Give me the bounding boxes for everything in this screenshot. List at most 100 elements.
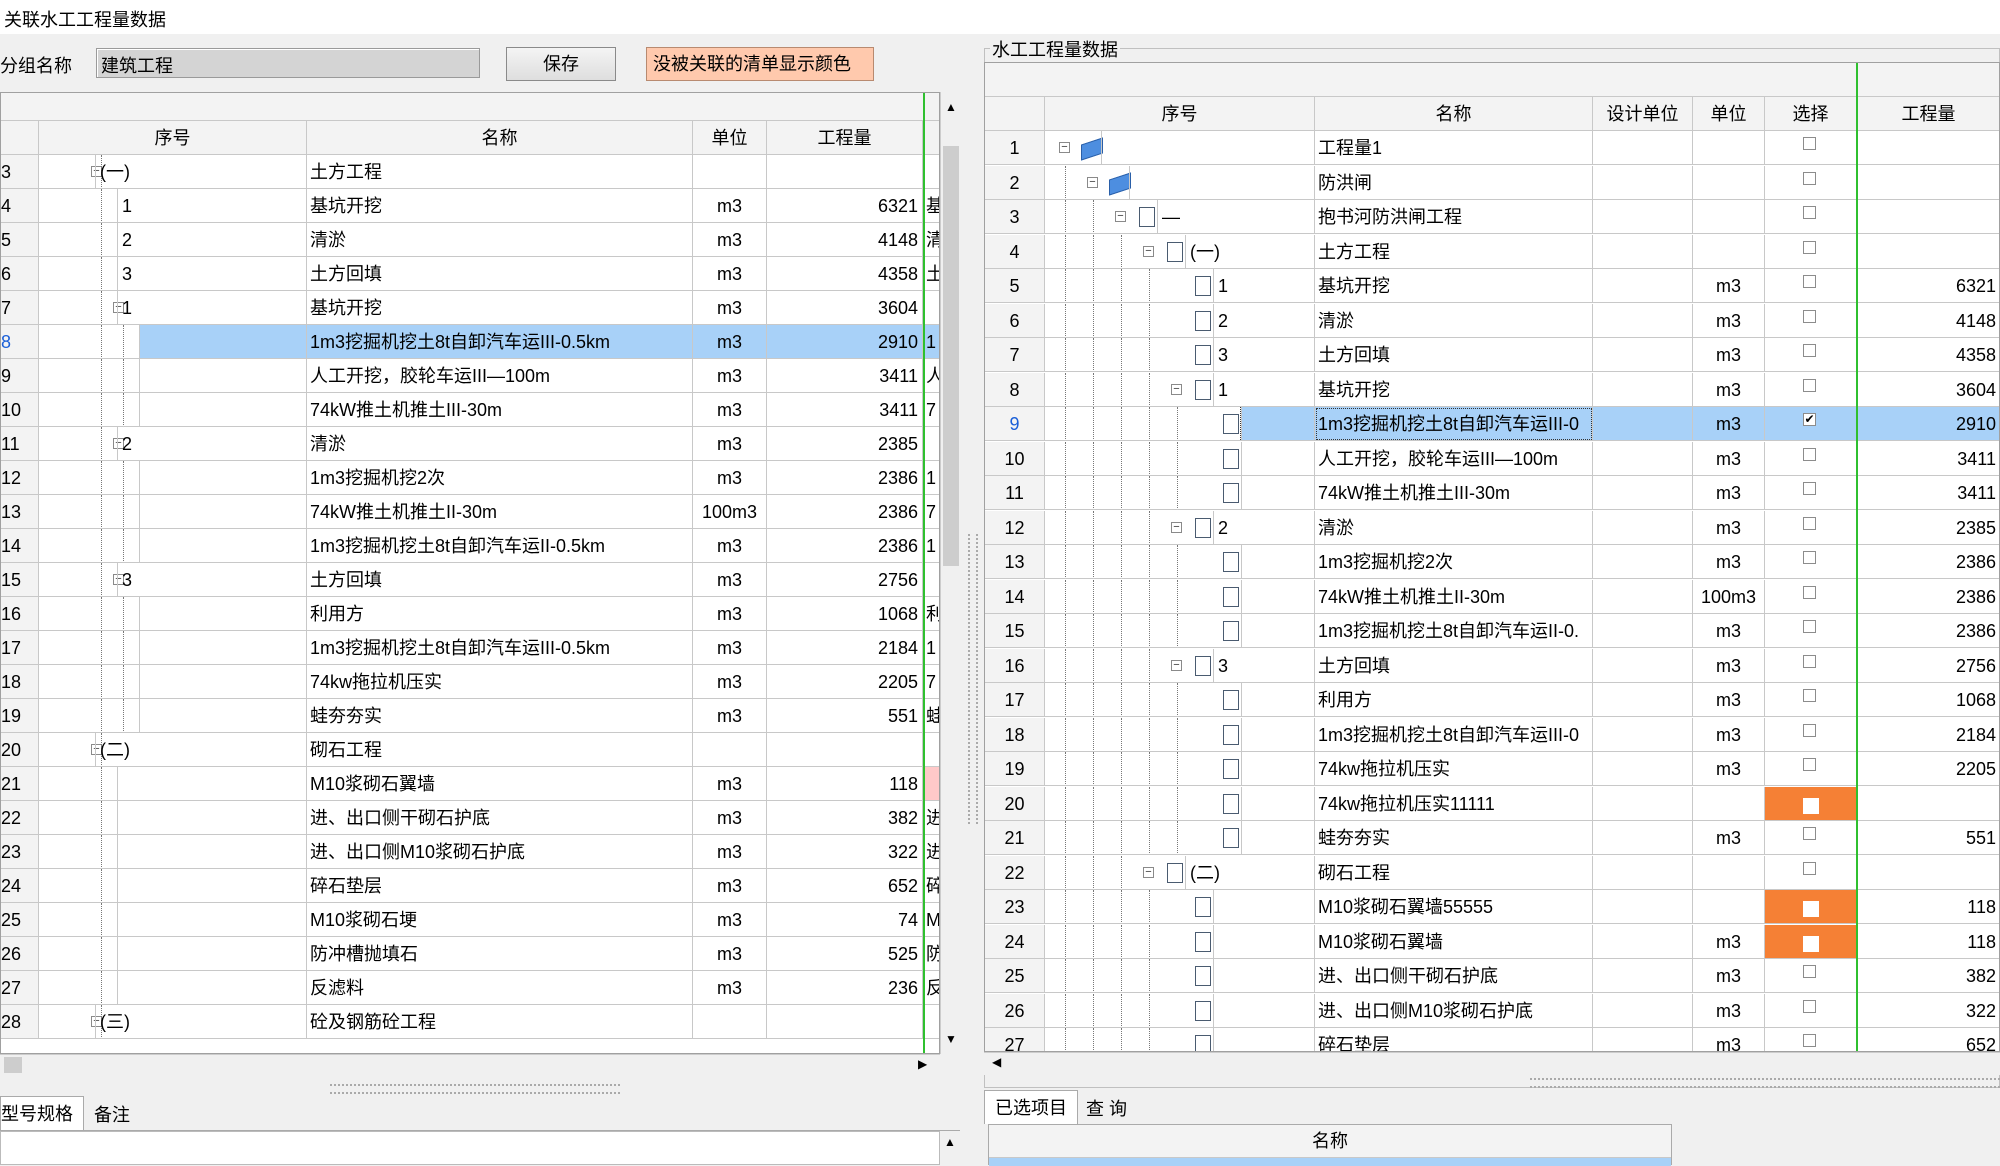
extra-cell[interactable]: 进	[925, 801, 939, 835]
right-header-name[interactable]: 名称	[1315, 97, 1593, 131]
unit-cell[interactable]: m3	[693, 223, 767, 257]
collapse-toggle-icon[interactable]: −	[1171, 383, 1182, 395]
left-header-seq[interactable]: 序号	[39, 121, 307, 155]
select-checkbox[interactable]	[1803, 206, 1816, 219]
name-cell[interactable]: 1m3挖掘机挖2次	[307, 461, 693, 495]
panel-splitter[interactable]	[960, 34, 984, 1165]
right-header-seq[interactable]: 序号	[1045, 97, 1315, 131]
name-cell[interactable]: 蛙夯夯实	[307, 699, 693, 733]
select-cell[interactable]	[1765, 579, 1857, 614]
design-unit-cell[interactable]	[1593, 579, 1693, 614]
extra-cell[interactable]: 1	[925, 325, 939, 359]
extra-cell[interactable]: 7	[925, 495, 939, 529]
select-cell[interactable]	[1765, 752, 1857, 786]
select-checkbox[interactable]	[1803, 861, 1816, 875]
design-unit-cell[interactable]	[1593, 200, 1693, 234]
unit-cell[interactable]: m3	[1693, 510, 1765, 545]
table-row[interactable]: 20 74kw拖拉机压实11111	[985, 786, 1999, 821]
name-cell[interactable]: 清淤	[1315, 510, 1593, 545]
select-cell[interactable]	[1765, 476, 1857, 510]
select-cell[interactable]	[1765, 786, 1857, 821]
quantity-cell[interactable]: 3411	[1857, 476, 1999, 510]
extra-cell[interactable]: 土	[925, 257, 939, 291]
select-cell[interactable]	[1765, 200, 1857, 234]
quantity-cell[interactable]: 2385	[767, 427, 923, 461]
tab-query[interactable]: 查 询	[1076, 1092, 1137, 1126]
select-checkbox[interactable]	[1803, 965, 1816, 978]
unit-cell[interactable]: m3	[1693, 717, 1765, 752]
unit-cell[interactable]: m3	[693, 257, 767, 291]
select-checkbox[interactable]	[1803, 482, 1816, 495]
quantity-cell[interactable]: 551	[1857, 821, 1999, 855]
quantity-cell[interactable]	[1857, 166, 1999, 200]
quantity-cell[interactable]: 2756	[1857, 649, 1999, 683]
name-cell[interactable]: 进、出口侧M10浆砌石护底	[307, 835, 693, 869]
name-cell[interactable]: 74kw拖拉机压实11111	[1315, 786, 1593, 821]
extra-cell[interactable]: 反	[925, 971, 939, 1005]
select-cell[interactable]	[1765, 1028, 1857, 1051]
name-cell[interactable]: 1m3挖掘机挖土8t自卸汽车运III-0.5km	[307, 631, 693, 665]
unit-cell[interactable]: m3	[693, 767, 767, 801]
quantity-cell[interactable]: 3604	[767, 291, 923, 325]
name-cell[interactable]: 工程量1	[1315, 131, 1593, 165]
table-row[interactable]: 22 − (二) 砌石工程	[985, 855, 1999, 890]
tab-model-spec[interactable]: 型号规格	[0, 1096, 84, 1130]
unit-cell[interactable]	[1693, 165, 1765, 200]
quantity-cell[interactable]: 3604	[1857, 373, 1999, 407]
table-row[interactable]: 11−2 清淤 m3 2385	[1, 427, 939, 461]
select-cell[interactable]	[1765, 165, 1857, 200]
save-button[interactable]: 保存	[506, 47, 616, 81]
select-cell[interactable]	[1765, 269, 1857, 303]
table-row[interactable]: 26 防冲槽抛填石m3525防	[1, 937, 939, 971]
table-row[interactable]: 1 − 工程量1	[985, 131, 1999, 165]
table-row[interactable]: 27 反滤料m3236反	[1, 971, 939, 1005]
table-row[interactable]: 18 74kw拖拉机压实 m3 2205 7	[1, 665, 939, 699]
select-checkbox[interactable]	[1803, 827, 1816, 840]
unit-cell[interactable]: m3	[1693, 269, 1765, 303]
name-cell[interactable]: 土方回填	[307, 257, 693, 291]
table-row[interactable]: 25 进、出口侧干砌石护底 m3 382	[985, 959, 1999, 993]
table-row[interactable]: 19 蛙夯夯实m3551蛙	[1, 699, 939, 733]
unit-cell[interactable]: m3	[1693, 441, 1765, 476]
design-unit-cell[interactable]	[1593, 165, 1693, 200]
name-cell[interactable]: 基坑开挖	[307, 291, 693, 325]
unit-cell[interactable]: m3	[693, 903, 767, 937]
extra-cell[interactable]: 7	[925, 665, 939, 699]
unit-cell[interactable]: m3	[1693, 648, 1765, 683]
table-row[interactable]: 20− (二) 砌石工程	[1, 733, 939, 767]
unit-cell[interactable]: m3	[693, 359, 767, 393]
extra-cell[interactable]: 碎	[925, 869, 939, 903]
quantity-cell[interactable]: 2184	[767, 631, 923, 665]
table-row[interactable]: 13 74kW推土机推土II-30m 100m3 2386 7	[1, 495, 939, 529]
unit-cell[interactable]: m3	[1693, 959, 1765, 993]
design-unit-cell[interactable]	[1593, 752, 1693, 786]
quantity-cell[interactable]: 1068	[1857, 683, 1999, 717]
extra-cell[interactable]	[925, 767, 939, 801]
quantity-cell[interactable]: 652	[767, 869, 923, 903]
select-checkbox[interactable]	[1803, 797, 1819, 814]
select-checkbox[interactable]	[1803, 620, 1816, 633]
scroll-right-arrow-icon[interactable]: ▶	[918, 1057, 927, 1071]
quantity-cell[interactable]: 118	[1857, 925, 1999, 959]
select-cell[interactable]	[1765, 510, 1857, 545]
extra-cell[interactable]: 防	[925, 937, 939, 971]
table-row[interactable]: 7 3 土方回填 m3 4358	[985, 338, 1999, 372]
unit-cell[interactable]: m3	[1693, 752, 1765, 786]
table-row[interactable]: 9 1m3挖掘机挖土8t自卸汽车运III-0 m3 ✔ 2910	[985, 407, 1999, 441]
unit-cell[interactable]: m3	[693, 393, 767, 427]
table-row[interactable]: 14 74kW推土机推土II-30m 100m3 2386	[985, 579, 1999, 614]
left-header-unit[interactable]: 单位	[693, 121, 767, 155]
name-cell[interactable]: 1m3挖掘机挖土8t自卸汽车运II-0.5km	[307, 529, 693, 563]
name-cell[interactable]: 砼及钢筋砼工程	[307, 1005, 693, 1039]
design-unit-cell[interactable]	[1593, 372, 1693, 407]
quantity-cell[interactable]: 322	[1857, 994, 1999, 1028]
collapse-toggle-icon[interactable]: −	[1143, 245, 1154, 257]
quantity-cell[interactable]: 4148	[767, 223, 923, 257]
table-row[interactable]: 6 3 土方回填m34358土	[1, 257, 939, 291]
select-checkbox[interactable]	[1803, 723, 1816, 737]
table-row[interactable]: 28− (三) 砼及钢筋砼工程	[1, 1005, 939, 1039]
select-cell[interactable]	[1765, 717, 1857, 752]
collapse-toggle-icon[interactable]: −	[1171, 521, 1182, 533]
quantity-cell[interactable]: 118	[767, 767, 923, 801]
select-checkbox[interactable]	[1803, 137, 1816, 150]
